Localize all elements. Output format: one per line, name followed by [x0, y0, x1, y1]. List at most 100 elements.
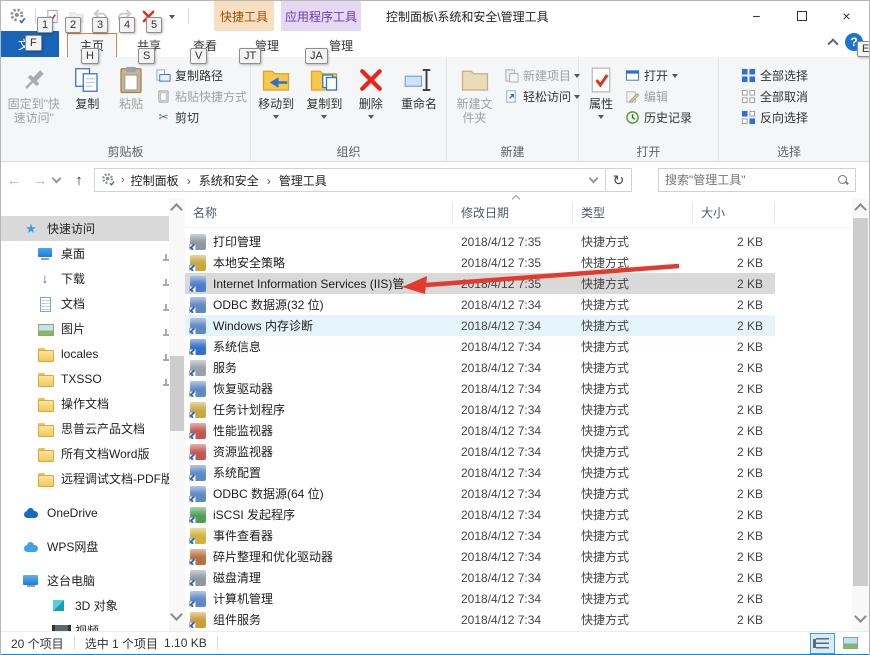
- copy-to-button[interactable]: 复制到: [301, 61, 347, 126]
- breadcrumb-item[interactable]: 管理工具: [275, 172, 331, 189]
- sidebar-item[interactable]: 图片: [1, 316, 169, 341]
- chevron-down-icon: [368, 115, 374, 122]
- copy-path-button[interactable]: 复制路径: [152, 65, 248, 86]
- recent-locations-icon[interactable]: [52, 174, 62, 184]
- select-all-button[interactable]: 全部选择: [737, 65, 841, 86]
- easy-access-button[interactable]: 轻松访问: [500, 86, 576, 107]
- sidebar-item[interactable]: 远程调试文档-PDF版: [1, 466, 169, 491]
- thumbnails-view-icon: [843, 637, 858, 649]
- table-row[interactable]: 恢复驱动器 2018/4/12 7:34 快捷方式 2 KB: [185, 378, 775, 399]
- sidebar-item[interactable]: 下载: [1, 266, 169, 291]
- close-button[interactable]: ×: [824, 1, 869, 31]
- column-header-date[interactable]: 修改日期: [453, 203, 573, 223]
- table-row[interactable]: 系统配置 2018/4/12 7:34 快捷方式 2 KB: [185, 462, 775, 483]
- sidebar-item[interactable]: 桌面: [1, 241, 169, 266]
- paste-button[interactable]: 粘贴: [110, 61, 152, 115]
- column-header-name[interactable]: 名称: [185, 203, 453, 223]
- delete-button[interactable]: 删除: [350, 61, 392, 126]
- maximize-button[interactable]: [779, 1, 824, 31]
- app-icon: [9, 7, 27, 25]
- table-row[interactable]: iSCSI 发起程序 2018/4/12 7:34 快捷方式 2 KB: [185, 504, 775, 525]
- scroll-down-icon[interactable]: [170, 608, 183, 621]
- shortcut-icon: [190, 486, 206, 502]
- move-to-button[interactable]: 移动到: [253, 61, 299, 126]
- breadcrumb-item[interactable]: 系统和安全: [195, 172, 275, 189]
- scroll-up-icon[interactable]: [854, 203, 867, 216]
- file-size: 2 KB: [693, 361, 775, 375]
- collapse-ribbon-icon[interactable]: [827, 38, 838, 49]
- scroll-down-icon[interactable]: [854, 610, 867, 623]
- edit-button[interactable]: 编辑: [621, 86, 715, 107]
- new-folder-button[interactable]: 新建文件夹: [449, 61, 500, 129]
- table-row[interactable]: 磁盘清理 2018/4/12 7:34 快捷方式 2 KB: [185, 567, 775, 588]
- keytip-2: 2: [65, 17, 81, 33]
- sidebar-item[interactable]: 这台电脑: [1, 568, 169, 593]
- table-row[interactable]: 性能监视器 2018/4/12 7:34 快捷方式 2 KB: [185, 420, 775, 441]
- history-button[interactable]: 历史记录: [621, 107, 715, 128]
- contextual-tab-application-tools[interactable]: 应用程序工具: [281, 1, 361, 31]
- thumbnails-view-button[interactable]: [838, 633, 863, 654]
- pin-to-quick-access-button[interactable]: 固定到"快速访问": [3, 61, 65, 129]
- shortcut-arrow-badge: [189, 265, 196, 272]
- qat-customize-dropdown[interactable]: [160, 5, 184, 27]
- table-row[interactable]: ODBC 数据源(64 位) 2018/4/12 7:34 快捷方式 2 KB: [185, 483, 775, 504]
- select-none-button[interactable]: 全部取消: [737, 86, 841, 107]
- sidebar-item[interactable]: locales: [1, 341, 169, 366]
- file-size: 2 KB: [693, 319, 775, 333]
- breadcrumb[interactable]: › 控制面板系统和安全管理工具: [94, 168, 606, 192]
- breadcrumb-item[interactable]: 控制面板: [127, 172, 195, 189]
- table-row[interactable]: 资源监视器 2018/4/12 7:34 快捷方式 2 KB: [185, 441, 775, 462]
- paste-shortcut-button[interactable]: 粘贴快捷方式: [152, 86, 248, 107]
- sidebar-item[interactable]: WPS网盘: [1, 534, 169, 559]
- address-dropdown-icon[interactable]: [589, 174, 599, 184]
- table-row[interactable]: 事件查看器 2018/4/12 7:34 快捷方式 2 KB: [185, 525, 775, 546]
- sidebar-item[interactable]: TXSSO: [1, 366, 169, 391]
- table-row[interactable]: 碎片整理和优化驱动器 2018/4/12 7:34 快捷方式 2 KB: [185, 546, 775, 567]
- open-button[interactable]: 打开: [621, 65, 715, 86]
- refresh-button[interactable]: ↻: [606, 168, 632, 192]
- table-row[interactable]: 本地安全策略 2018/4/12 7:35 快捷方式 2 KB: [185, 252, 775, 273]
- details-view-button[interactable]: [810, 633, 835, 654]
- sidebar-item[interactable]: 文档: [1, 291, 169, 316]
- minimize-button[interactable]: −: [734, 1, 779, 31]
- search-box[interactable]: [658, 168, 856, 192]
- sidebar-item[interactable]: 视频: [1, 618, 169, 631]
- table-row[interactable]: Windows 内存诊断 2018/4/12 7:34 快捷方式 2 KB: [185, 315, 775, 336]
- table-row[interactable]: Internet Information Services (IIS)管... …: [185, 273, 775, 294]
- sidebar-item-label: 3D 对象: [75, 597, 118, 614]
- table-row[interactable]: 计算机管理 2018/4/12 7:34 快捷方式 2 KB: [185, 588, 775, 609]
- up-button[interactable]: ↑: [66, 172, 92, 189]
- shortcut-arrow-badge: [189, 496, 196, 503]
- scrollbar-thumb[interactable]: [170, 356, 184, 431]
- scroll-up-icon[interactable]: [170, 203, 183, 216]
- sidebar-item[interactable]: 思普云产品文档: [1, 416, 169, 441]
- sidebar-item[interactable]: OneDrive: [1, 500, 169, 525]
- column-header-type[interactable]: 类型: [573, 203, 693, 223]
- properties-button[interactable]: 属性: [581, 61, 621, 126]
- file-type: 快捷方式: [573, 548, 693, 565]
- shortcut-arrow-badge: [189, 286, 196, 293]
- table-row[interactable]: 任务计划程序 2018/4/12 7:34 快捷方式 2 KB: [185, 399, 775, 420]
- cut-button[interactable]: ✂剪切: [152, 107, 248, 128]
- sidebar-scrollbar[interactable]: [169, 198, 185, 631]
- table-row[interactable]: 组件服务 2018/4/12 7:34 快捷方式 2 KB: [185, 609, 775, 630]
- forward-button[interactable]: →: [27, 172, 53, 189]
- table-row[interactable]: 服务 2018/4/12 7:34 快捷方式 2 KB: [185, 357, 775, 378]
- copy-button[interactable]: 复制: [65, 61, 111, 115]
- sidebar-item[interactable]: 操作文档: [1, 391, 169, 416]
- contextual-tab-shortcut-tools[interactable]: 快捷工具: [214, 1, 274, 31]
- new-item-button[interactable]: 新建项目: [500, 65, 576, 86]
- table-row[interactable]: 打印管理 2018/4/12 7:35 快捷方式 2 KB: [185, 231, 775, 252]
- invert-selection-button[interactable]: 反向选择: [737, 107, 841, 128]
- table-row[interactable]: 系统信息 2018/4/12 7:34 快捷方式 2 KB: [185, 336, 775, 357]
- search-input[interactable]: [665, 173, 837, 187]
- list-scrollbar[interactable]: [852, 198, 869, 631]
- table-row[interactable]: ODBC 数据源(32 位) 2018/4/12 7:34 快捷方式 2 KB: [185, 294, 775, 315]
- scrollbar-thumb[interactable]: [853, 218, 868, 586]
- sidebar-item[interactable]: 3D 对象: [1, 593, 169, 618]
- sidebar-item[interactable]: 所有文档Word版: [1, 441, 169, 466]
- sidebar-item[interactable]: 快速访问: [1, 216, 169, 241]
- column-header-size[interactable]: 大小: [693, 203, 775, 223]
- rename-button[interactable]: 重命名: [394, 61, 444, 115]
- back-button[interactable]: ←: [1, 172, 27, 189]
